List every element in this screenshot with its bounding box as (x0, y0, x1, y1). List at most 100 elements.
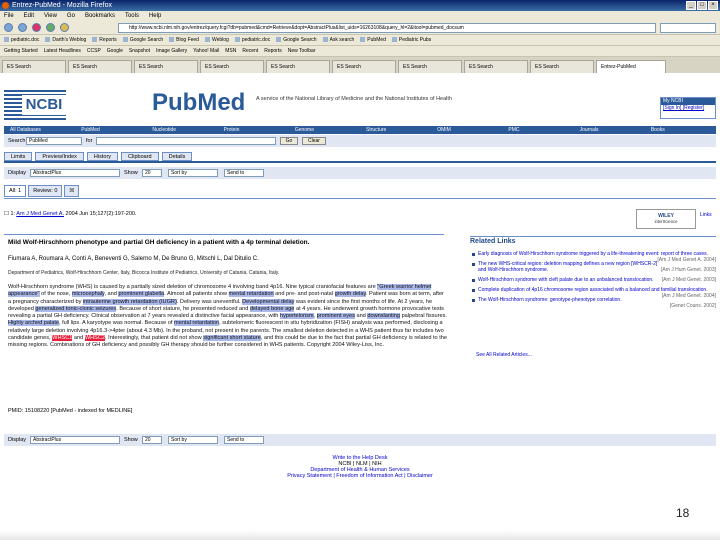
bookmark-item[interactable]: Ask search (323, 35, 355, 45)
menu-file[interactable]: File (4, 11, 14, 21)
bookmark-item[interactable]: pediatric.doc (4, 35, 39, 45)
go-button[interactable]: Go (280, 137, 298, 145)
db-nav-item[interactable]: Structure (360, 126, 431, 134)
related-link-text[interactable]: Wolf-Hirschhorn syndrome with cleft pala… (478, 277, 654, 283)
tab-limits[interactable]: Limits (4, 152, 33, 161)
related-link-text[interactable]: Early diagnosis of Wolf-Hirschhorn syndr… (478, 251, 708, 257)
bookmark-item[interactable]: pediatric.doc (235, 35, 270, 45)
footer-policy-links[interactable]: Privacy Statement | Freedom of Informati… (260, 473, 460, 479)
checkbox-icon[interactable]: ☐ (4, 211, 9, 217)
bookmark-item[interactable]: Latest Headlines (44, 46, 81, 56)
bookmark-item[interactable]: Google Search (123, 35, 163, 45)
db-nav-item[interactable]: PubMed (75, 126, 146, 134)
bookmark-item[interactable]: Reports (264, 46, 282, 56)
db-nav-item[interactable]: OMIM (431, 126, 502, 134)
bookmark-item[interactable]: Blog Feed (169, 35, 199, 45)
related-link-text[interactable]: Complete duplication of 4p16 chromosome … (478, 287, 708, 293)
close-button[interactable]: × (708, 1, 718, 10)
menu-edit[interactable]: Edit (24, 11, 34, 21)
pubmed-logo[interactable]: PubMed www.pubmed.gov (152, 88, 252, 132)
browser-tab[interactable]: ES Search (134, 60, 198, 73)
related-link-text[interactable]: The Wolf-Hirschhorn syndrome: genotype-p… (478, 297, 622, 303)
send-to-select[interactable]: Send to (224, 436, 264, 444)
menu-tools[interactable]: Tools (125, 11, 139, 21)
bookmark-item[interactable]: PubMed (360, 35, 386, 45)
search-box[interactable] (660, 23, 716, 33)
bookmark-item[interactable]: MSN (225, 46, 236, 56)
bookmark-item[interactable]: Recent (242, 46, 258, 56)
tab-review[interactable]: Review: 0 (28, 185, 63, 197)
bookmark-item[interactable]: Getting Started (4, 46, 38, 56)
forward-icon[interactable] (18, 23, 27, 32)
related-link[interactable]: The new WHS-critical region: deletion ma… (472, 261, 716, 273)
menu-view[interactable]: View (44, 11, 57, 21)
tab-history[interactable]: History (86, 152, 119, 161)
related-link-text[interactable]: The new WHS-critical region: deletion ma… (478, 261, 657, 273)
database-select[interactable]: PubMed (26, 137, 82, 145)
related-link[interactable]: Complete duplication of 4p16 chromosome … (472, 287, 716, 299)
bookmark-item[interactable]: Reports (92, 35, 117, 45)
address-bar[interactable]: http://www.ncbi.nlm.nih.gov/entrez/query… (118, 23, 656, 33)
search-input[interactable] (96, 137, 276, 145)
browser-tab-active[interactable]: Entrez-PubMed (596, 60, 666, 73)
related-link[interactable]: Early diagnosis of Wolf-Hirschhorn syndr… (472, 251, 716, 263)
sign-in-link[interactable]: [Sign In] [Register] (661, 105, 715, 112)
wiley-interscience-button[interactable]: WILEY interScience (636, 209, 696, 229)
tab-all[interactable]: All: 1 (4, 185, 27, 197)
clear-button[interactable]: Clear (302, 137, 326, 145)
home-icon[interactable] (60, 23, 69, 32)
bookmark-item[interactable]: Google (107, 46, 123, 56)
db-nav-item[interactable]: PMC (502, 126, 573, 134)
ncbi-logo[interactable]: NCBI (4, 90, 66, 120)
bookmark-item[interactable]: Yahoo! Mail (193, 46, 219, 56)
bookmark-item[interactable]: CCSP (87, 46, 101, 56)
pubmed-sub-tabs: Limits Preview/Index History Clipboard D… (4, 152, 716, 163)
bookmark-item[interactable]: Weblog (205, 35, 229, 45)
links-link[interactable]: Links (700, 212, 712, 218)
minimize-button[interactable]: _ (686, 1, 696, 10)
reload-icon[interactable] (46, 23, 55, 32)
browser-tab[interactable]: ES Search (266, 60, 330, 73)
related-link[interactable]: The Wolf-Hirschhorn syndrome: genotype-p… (472, 297, 716, 309)
format-select[interactable]: AbstractPlus (30, 169, 120, 177)
stop-icon[interactable] (32, 23, 41, 32)
bookmark-item[interactable]: Pediatric Pubs (392, 35, 431, 45)
bookmark-item[interactable]: Image Gallery (156, 46, 187, 56)
tab-preview-index[interactable]: Preview/Index (35, 152, 84, 161)
journal-link[interactable]: Am J Med Genet A. (16, 211, 64, 217)
db-nav-item[interactable]: Journals (574, 126, 645, 134)
menu-bookmarks[interactable]: Bookmarks (85, 11, 115, 21)
db-nav-item[interactable]: Protein (218, 126, 289, 134)
tab-close-icon[interactable]: ☒ (64, 185, 80, 197)
tab-details[interactable]: Details (161, 152, 193, 161)
maximize-button[interactable]: □ (697, 1, 707, 10)
sort-select[interactable]: Sort by (168, 169, 218, 177)
bookmark-item[interactable]: Snapshot (129, 46, 150, 56)
menu-help[interactable]: Help (149, 11, 161, 21)
browser-tab[interactable]: ES Search (398, 60, 462, 73)
back-icon[interactable] (4, 23, 13, 32)
show-count-select[interactable]: 20 (142, 436, 162, 444)
browser-tab[interactable]: ES Search (200, 60, 264, 73)
browser-tab[interactable]: ES Search (332, 60, 396, 73)
see-all-related-link[interactable]: See All Related Articles... (476, 352, 532, 358)
menu-go[interactable]: Go (67, 11, 75, 21)
show-count-select[interactable]: 20 (142, 169, 162, 177)
bookmark-item[interactable]: Google Search (276, 35, 316, 45)
related-link[interactable]: Wolf-Hirschhorn syndrome with cleft pala… (472, 277, 716, 283)
db-nav-item[interactable]: Books (645, 126, 716, 134)
browser-tab[interactable]: ES Search (2, 60, 66, 73)
bookmark-item[interactable]: New Toolbar (288, 46, 316, 56)
db-nav-item[interactable]: All Databases (4, 126, 75, 134)
browser-tab[interactable]: ES Search (530, 60, 594, 73)
bookmark-item[interactable]: Darth's Weblog (45, 35, 86, 45)
db-nav-item[interactable]: Genome (289, 126, 360, 134)
browser-tab[interactable]: ES Search (464, 60, 528, 73)
db-nav-item[interactable]: Nucleotide (146, 126, 217, 134)
browser-tab[interactable]: ES Search (68, 60, 132, 73)
tab-clipboard[interactable]: Clipboard (121, 152, 159, 161)
sort-select[interactable]: Sort by (168, 436, 218, 444)
format-select[interactable]: AbstractPlus (30, 436, 120, 444)
send-to-select[interactable]: Send to (224, 169, 264, 177)
window-controls: _ □ × (686, 1, 718, 10)
